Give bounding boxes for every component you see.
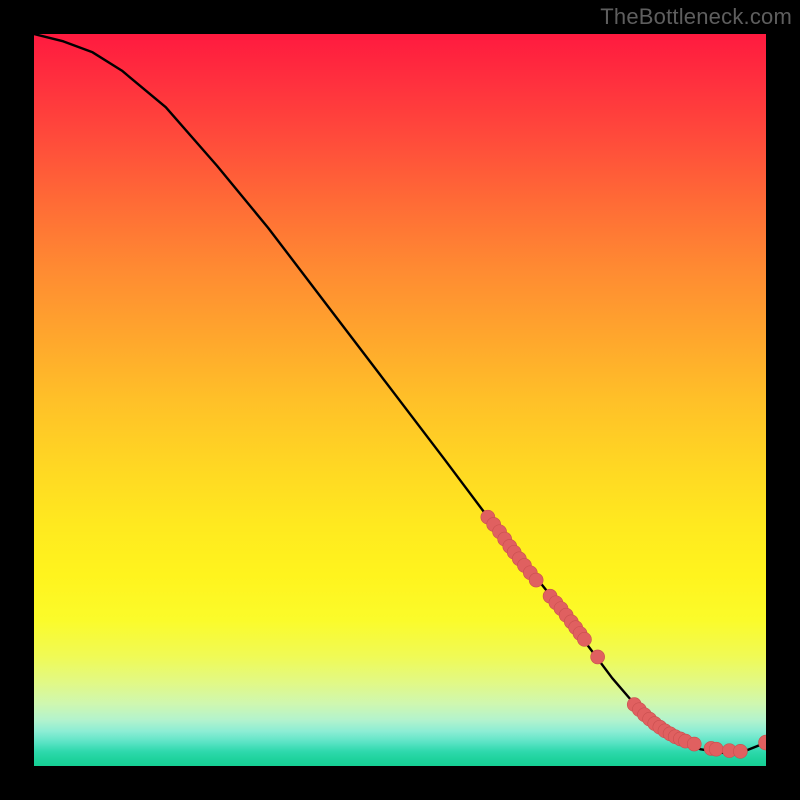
data-point: [529, 573, 543, 587]
data-point: [577, 632, 591, 646]
data-point: [591, 650, 605, 664]
chart-stage: TheBottleneck.com: [0, 0, 800, 800]
data-point: [709, 742, 723, 756]
plot-area: [34, 34, 766, 766]
data-point: [687, 737, 701, 751]
data-point: [759, 735, 767, 750]
watermark-text: TheBottleneck.com: [600, 4, 792, 30]
bottleneck-curve: [34, 34, 766, 753]
data-point: [733, 744, 747, 758]
data-markers: [481, 510, 766, 758]
chart-overlay-svg: [34, 34, 766, 766]
